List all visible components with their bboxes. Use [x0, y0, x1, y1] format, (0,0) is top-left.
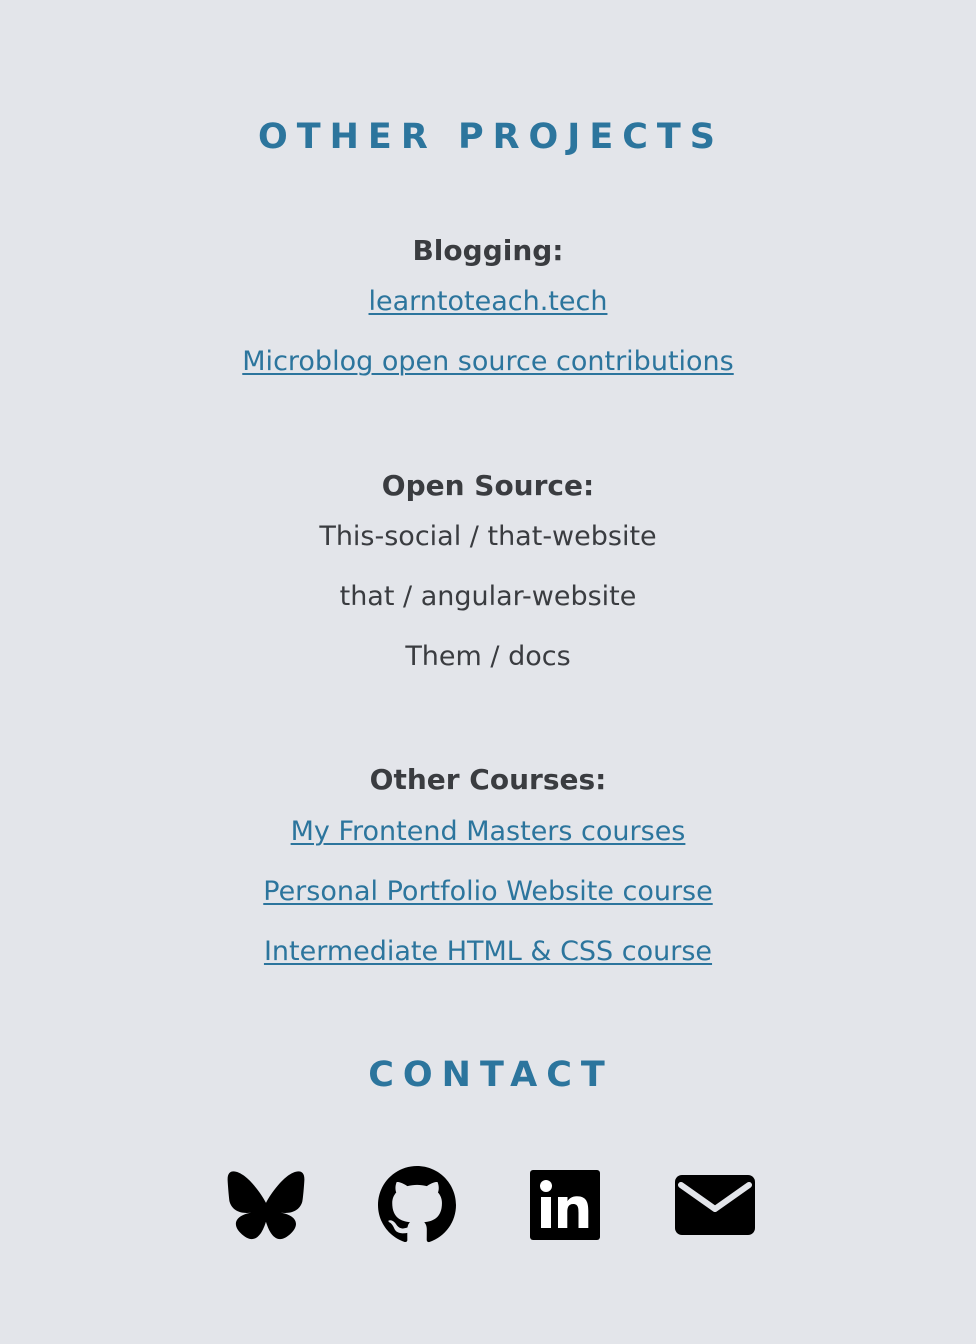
- open-source-item-text: that / angular-website: [339, 581, 637, 612]
- frontend-masters-link-text[interactable]: My Frontend Masters courses: [291, 816, 686, 847]
- other-projects-heading: OTHER PROJECTS: [257, 117, 725, 157]
- open-source-item: Them / docs: [0, 640, 976, 674]
- learntoteach-link-text[interactable]: learntoteach.tech: [369, 286, 608, 317]
- linkedin-icon[interactable]: [520, 1160, 610, 1250]
- microblog-contributions-link-text[interactable]: Microblog open source contributions: [242, 346, 733, 377]
- email-icon[interactable]: [670, 1160, 760, 1250]
- blogging-title: Blogging:: [412, 234, 564, 267]
- html-css-course-link-text[interactable]: Intermediate HTML & CSS course: [264, 936, 712, 967]
- portfolio-course-link-text[interactable]: Personal Portfolio Website course: [263, 876, 712, 907]
- bluesky-icon[interactable]: [221, 1160, 311, 1250]
- github-icon[interactable]: [372, 1160, 462, 1250]
- open-source-item: This-social / that-website: [0, 520, 976, 554]
- other-courses-title: Other Courses:: [369, 763, 607, 796]
- open-source-item-text: Them / docs: [405, 641, 571, 672]
- html-css-course-link[interactable]: Intermediate HTML & CSS course: [0, 935, 976, 969]
- page: OTHER PROJECTS Blogging: learntoteach.te…: [0, 0, 976, 1344]
- open-source-item-text: This-social / that-website: [319, 521, 657, 552]
- open-source-item: that / angular-website: [0, 580, 976, 614]
- portfolio-course-link[interactable]: Personal Portfolio Website course: [0, 875, 976, 909]
- learntoteach-link[interactable]: learntoteach.tech: [0, 285, 976, 319]
- contact-heading: CONTACT: [368, 1055, 614, 1095]
- contact-icons: [0, 1160, 976, 1250]
- frontend-masters-link[interactable]: My Frontend Masters courses: [0, 815, 976, 849]
- microblog-contributions-link[interactable]: Microblog open source contributions: [0, 345, 976, 379]
- open-source-title: Open Source:: [381, 469, 595, 502]
